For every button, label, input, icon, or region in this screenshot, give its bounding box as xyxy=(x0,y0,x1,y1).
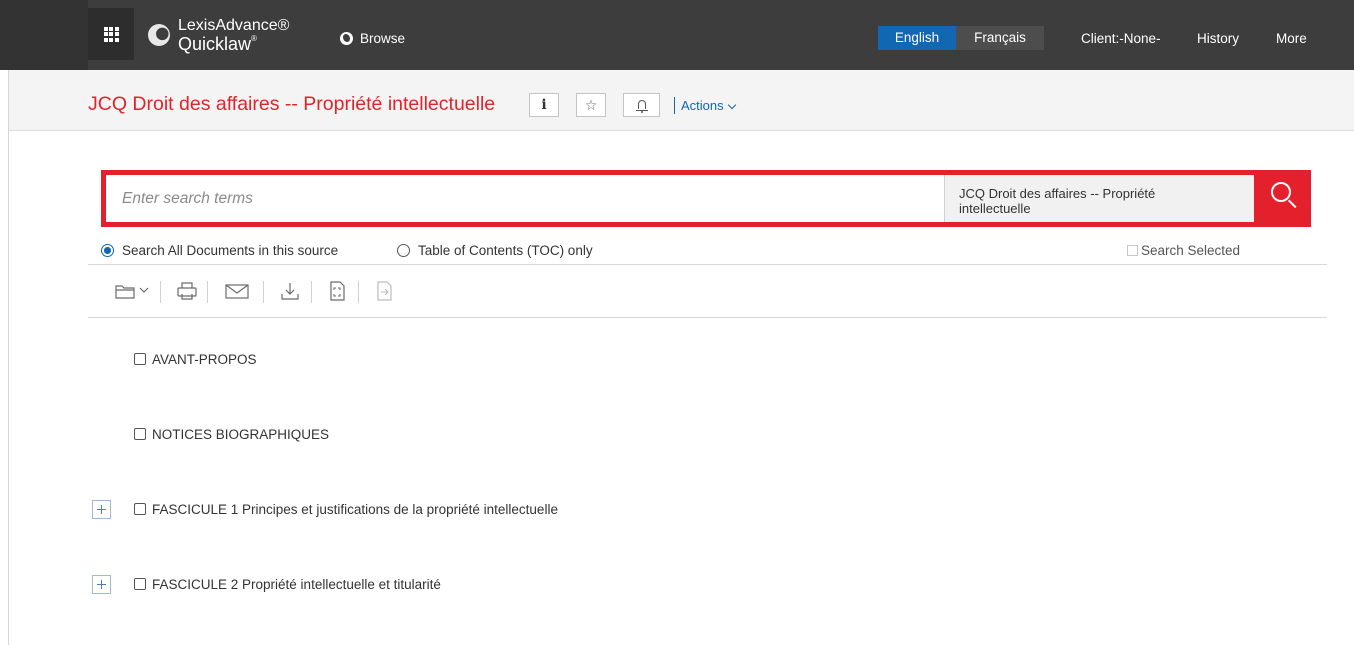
chevron-down-icon xyxy=(727,100,736,109)
title-separator xyxy=(674,97,675,114)
folder-icon xyxy=(115,285,135,299)
history-link[interactable]: History xyxy=(1197,30,1239,48)
radio-dot xyxy=(101,244,114,257)
language-english-button[interactable]: English xyxy=(878,26,956,50)
search-icon-handle xyxy=(1288,199,1297,209)
search-button[interactable] xyxy=(1254,170,1311,227)
bell-icon xyxy=(635,100,648,113)
print-icon xyxy=(177,282,197,300)
toc-item: FASCICULE 1 Principes et justifications … xyxy=(134,500,558,518)
toc-checkbox[interactable] xyxy=(134,503,146,515)
page-title: JCQ Droit des affaires -- Propriété inte… xyxy=(88,93,496,115)
email-button[interactable] xyxy=(224,280,250,304)
info-button[interactable]: i xyxy=(529,93,559,117)
more-menu[interactable]: More xyxy=(1276,30,1307,48)
search-scope-line2: intellectuelle xyxy=(959,201,1031,216)
brand-name-quicklaw-text: Quicklaw xyxy=(178,33,252,54)
lexis-logo-icon xyxy=(148,24,170,46)
print-button[interactable] xyxy=(176,280,198,304)
alert-button[interactable] xyxy=(623,93,660,117)
toc-item-label[interactable]: FASCICULE 2 Propriété intellectuelle et … xyxy=(152,577,441,592)
toc-item-label[interactable]: FASCICULE 1 Principes et justifications … xyxy=(152,502,558,517)
expand-plus-icon[interactable] xyxy=(92,500,111,519)
language-french-button[interactable]: Français xyxy=(956,26,1044,50)
favorite-button[interactable]: ☆ xyxy=(576,93,606,117)
toc-checkbox[interactable] xyxy=(134,428,146,440)
full-screen-button[interactable] xyxy=(326,280,348,304)
toolbar-separator xyxy=(358,281,359,303)
divider xyxy=(88,317,1327,318)
radio-search-all-documents[interactable]: Search All Documents in this source xyxy=(101,243,338,258)
download-button[interactable] xyxy=(279,280,301,304)
browse-label: Browse xyxy=(360,30,406,46)
document-toolbar xyxy=(108,276,408,308)
top-navigation-bar: LexisAdvance® Quicklaw® Browse English F… xyxy=(0,0,1354,70)
toc-item-label[interactable]: NOTICES BIOGRAPHIQUES xyxy=(152,427,329,442)
browse-link[interactable]: Browse xyxy=(340,28,405,48)
search-input[interactable] xyxy=(106,175,944,222)
app-switcher-button[interactable] xyxy=(88,8,134,60)
search-selected-label: Search Selected xyxy=(1141,243,1241,258)
search-selected-checkbox[interactable]: Search Selected xyxy=(1127,243,1240,258)
apps-grid-icon xyxy=(103,26,119,42)
radio-toc-only[interactable]: Table of Contents (TOC) only xyxy=(397,243,593,258)
actions-label: Actions xyxy=(681,98,724,113)
toolbar-separator xyxy=(207,281,208,303)
star-icon: ☆ xyxy=(584,96,598,113)
brand-names: LexisAdvance® Quicklaw® xyxy=(178,16,290,54)
checkbox xyxy=(1127,245,1138,256)
email-icon xyxy=(225,284,249,299)
folder-dropdown[interactable] xyxy=(139,286,149,310)
search-icon xyxy=(1271,182,1291,202)
toc-checkbox[interactable] xyxy=(134,353,146,365)
expand-icon xyxy=(330,281,345,301)
search-scope-line1: JCQ Droit des affaires -- Propriété xyxy=(959,186,1156,201)
toc-checkbox[interactable] xyxy=(134,578,146,590)
toc-item: FASCICULE 2 Propriété intellectuelle et … xyxy=(134,575,441,593)
send-to-button[interactable] xyxy=(373,280,395,304)
radio-search-all-label: Search All Documents in this source xyxy=(122,243,339,258)
download-icon xyxy=(281,283,299,300)
toolbar-separator xyxy=(311,281,312,303)
brand-registered-mark: ® xyxy=(251,33,257,43)
toc-item-label[interactable]: AVANT-PROPOS xyxy=(152,352,257,367)
search-scope[interactable]: JCQ Droit des affaires -- Propriété inte… xyxy=(944,175,1254,222)
info-icon: i xyxy=(541,97,547,113)
radio-dot xyxy=(397,244,410,257)
search-box: JCQ Droit des affaires -- Propriété inte… xyxy=(101,170,1311,227)
send-icon xyxy=(377,281,392,301)
brand-logo[interactable]: LexisAdvance® Quicklaw® xyxy=(148,10,318,60)
expand-plus-icon[interactable] xyxy=(92,575,111,594)
source-title-bar: JCQ Droit des affaires -- Propriété inte… xyxy=(9,70,1354,131)
radio-toc-label: Table of Contents (TOC) only xyxy=(418,243,593,258)
toc-item: AVANT-PROPOS xyxy=(134,350,257,368)
actions-menu[interactable]: Actions xyxy=(681,97,736,115)
brand-name-quicklaw: Quicklaw® xyxy=(178,33,289,54)
divider xyxy=(88,264,1327,265)
chevron-down-icon xyxy=(139,287,149,293)
brand-name-lexisadvance: LexisAdvance® xyxy=(178,16,290,34)
topbar-left-strip xyxy=(0,0,88,70)
toolbar-separator xyxy=(160,281,161,303)
client-selector[interactable]: Client:-None- xyxy=(1081,30,1161,48)
globe-icon xyxy=(340,31,353,45)
search-options: Search All Documents in this source Tabl… xyxy=(101,240,1327,262)
toc-item: NOTICES BIOGRAPHIQUES xyxy=(134,425,329,443)
folder-button[interactable] xyxy=(114,280,136,304)
toolbar-separator xyxy=(263,281,264,303)
